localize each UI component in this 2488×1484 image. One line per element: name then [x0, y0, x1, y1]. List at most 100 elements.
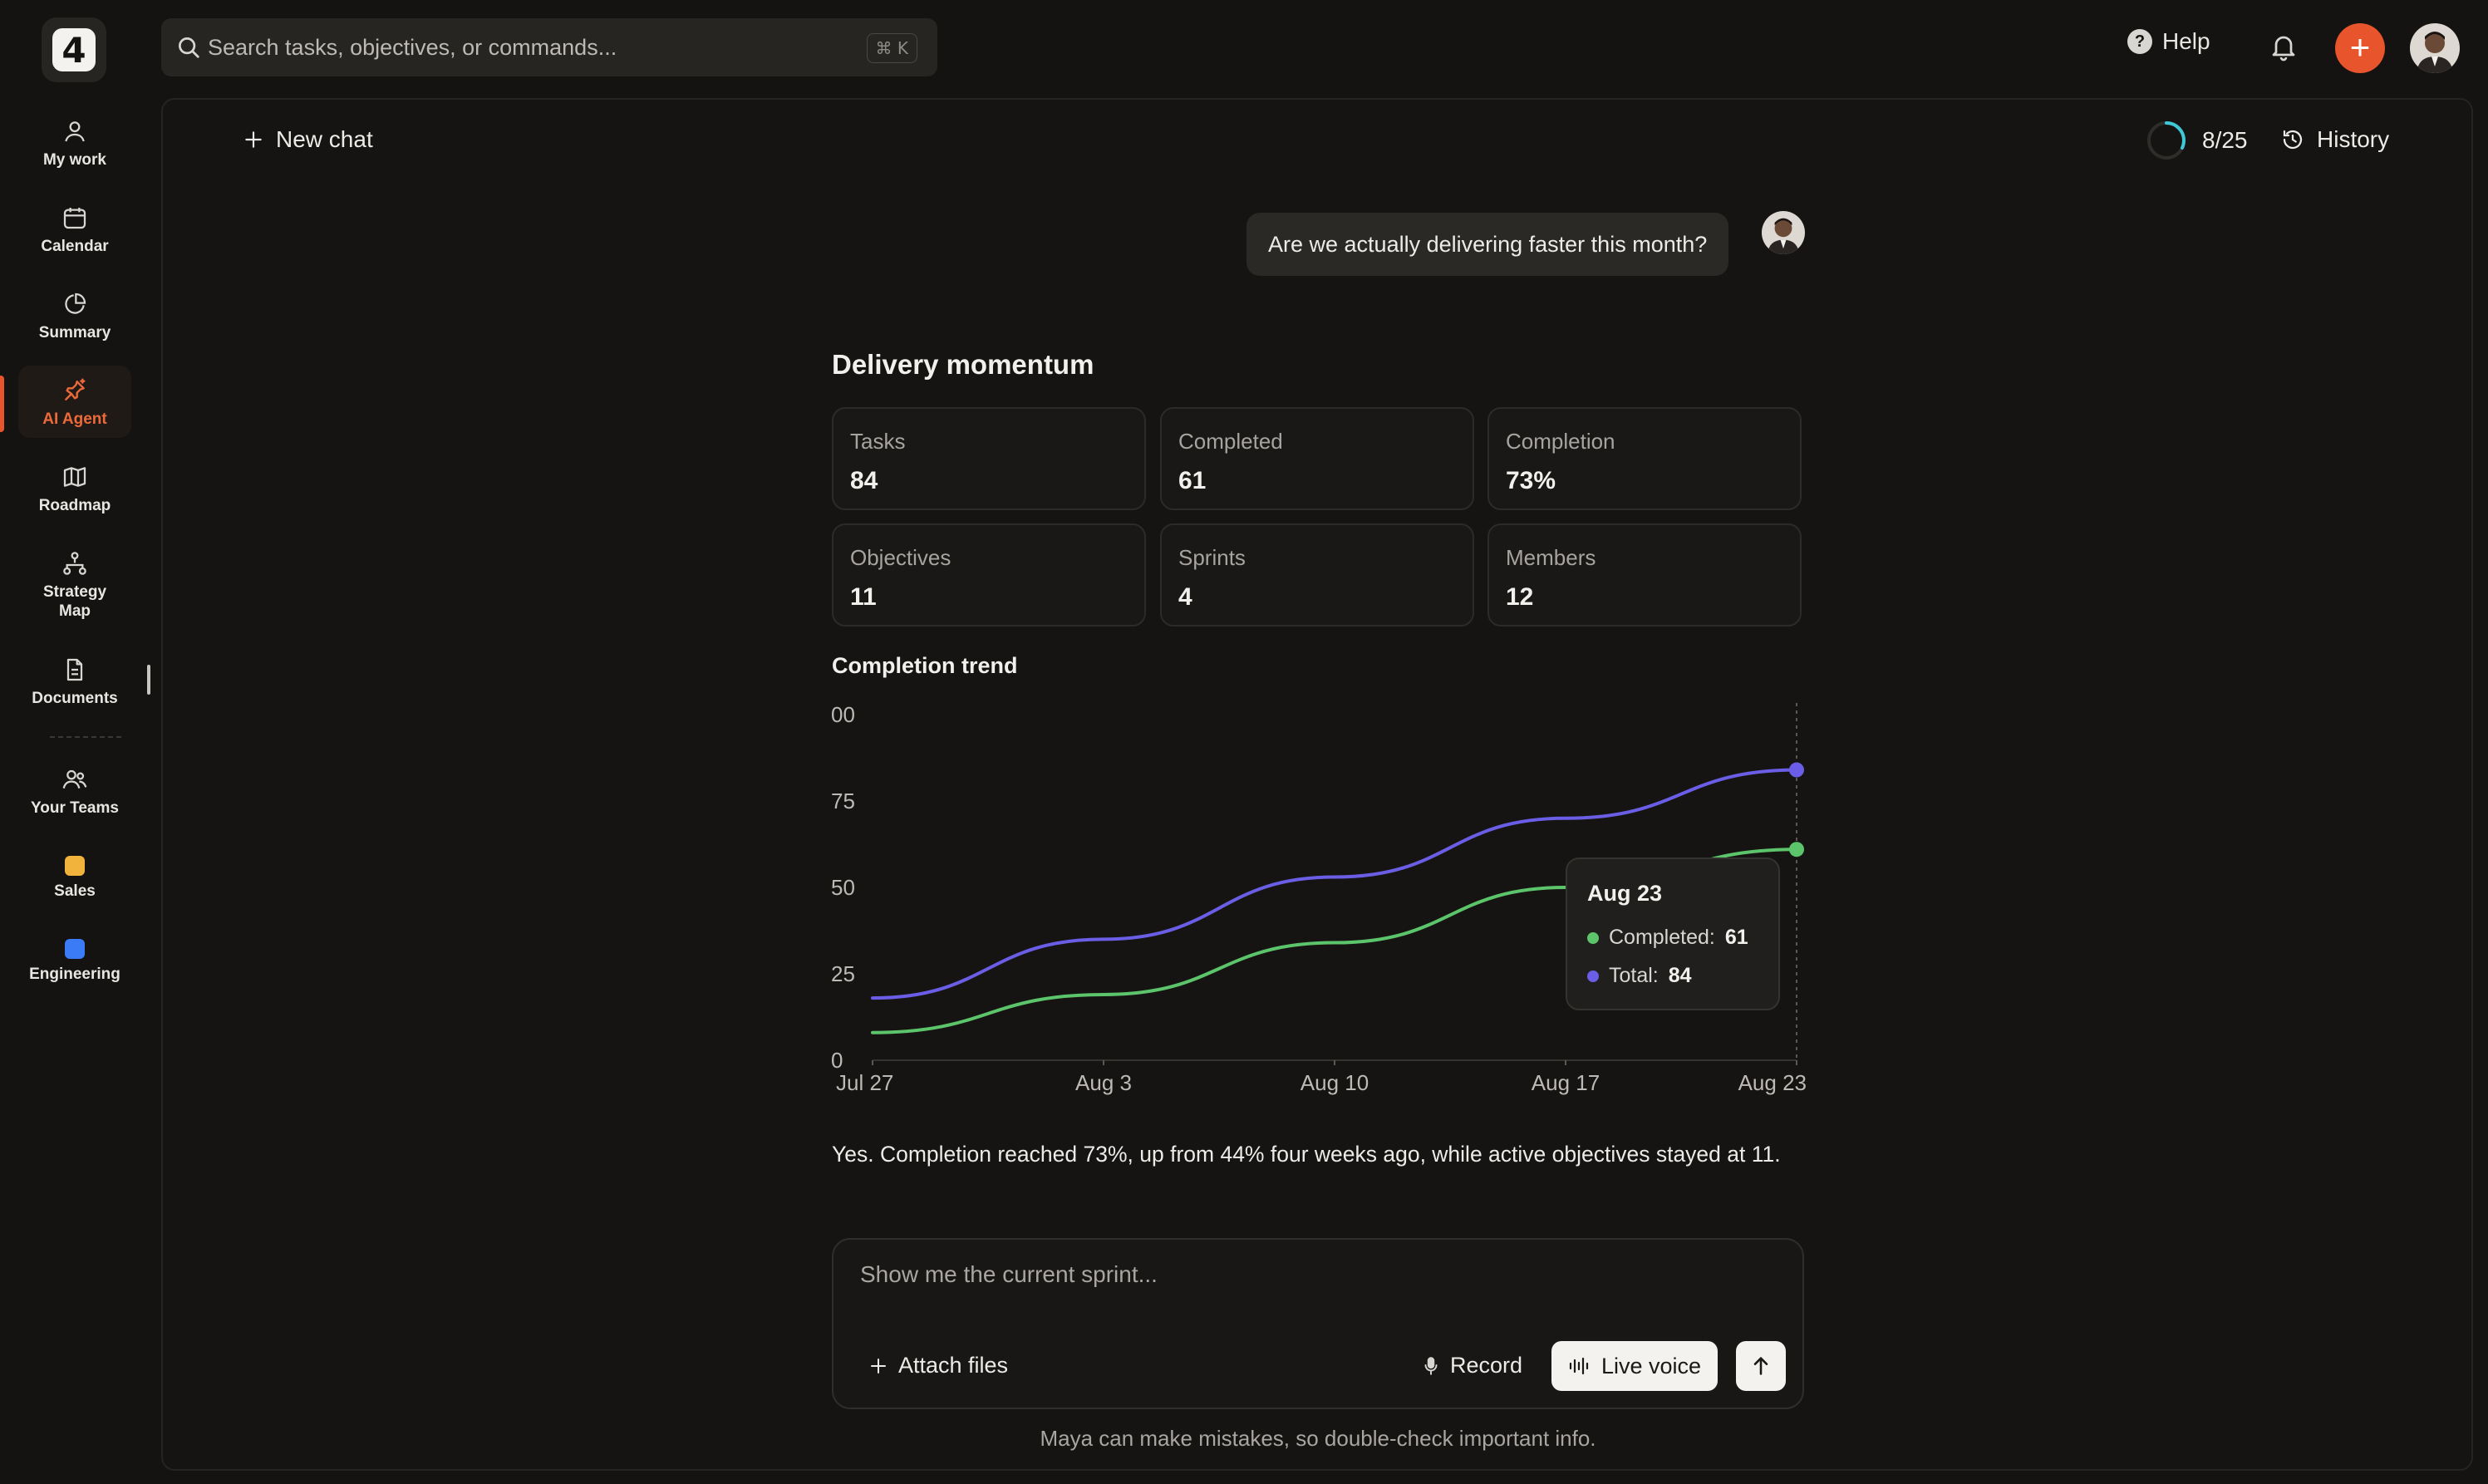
help-icon: ? — [2127, 29, 2152, 54]
microphone-icon — [1424, 1356, 1438, 1375]
chart-tooltip: Aug 23 Completed: 61 Total: 84 — [1566, 857, 1780, 1010]
user-avatar[interactable] — [2410, 23, 2460, 73]
data-point-completed — [1789, 842, 1804, 857]
stat-label: Tasks — [850, 429, 906, 454]
sidebar-item-strategy-map[interactable]: Strategy Map — [18, 550, 131, 622]
send-button[interactable] — [1736, 1341, 1786, 1391]
sidebar-item-roadmap[interactable]: Roadmap — [18, 464, 131, 516]
help-button[interactable]: ? Help — [2127, 28, 2210, 55]
stat-value: 4 — [1178, 583, 1192, 611]
attach-label: Attach files — [898, 1353, 1009, 1378]
document-icon — [66, 658, 83, 681]
attach-files-button[interactable]: Attach files — [868, 1353, 1008, 1378]
stat-card-sprints: Sprints 4 — [1160, 523, 1474, 627]
tooltip-value: 61 — [1724, 926, 1748, 949]
stat-label: Completion — [1506, 429, 1615, 454]
team-icon — [62, 769, 87, 789]
tooltip-value: 84 — [1668, 964, 1692, 987]
history-label: History — [2317, 126, 2390, 152]
app-logo[interactable]: 4 — [42, 17, 106, 82]
stat-card-completed: Completed 61 — [1160, 407, 1474, 510]
stat-value: 61 — [1178, 467, 1207, 494]
create-button[interactable]: + — [2335, 23, 2385, 73]
data-point-total — [1789, 762, 1804, 778]
record-label: Record — [1450, 1353, 1523, 1378]
stat-label: Members — [1506, 545, 1596, 570]
y-tick-label: 0 — [831, 1048, 843, 1073]
stat-card-tasks: Tasks 84 — [832, 407, 1146, 510]
legend-dot — [1587, 931, 1599, 944]
stat-value: 12 — [1506, 583, 1534, 611]
x-tick-label: Aug 3 — [1075, 1070, 1132, 1095]
sidebar-item-documents[interactable]: Documents — [18, 656, 131, 709]
pie-chart-icon — [65, 292, 86, 314]
help-label: Help — [2162, 28, 2210, 54]
search-icon — [179, 37, 199, 58]
stat-label: Sprints — [1178, 545, 1246, 570]
stat-value: 84 — [850, 467, 878, 494]
stat-card-completion: Completion 73% — [1487, 407, 1802, 510]
y-tick-label: 00 — [831, 702, 855, 727]
message-input[interactable] — [860, 1261, 1758, 1311]
sidebar-item-label: AI Agent — [42, 410, 107, 428]
section-title: Delivery momentum — [832, 349, 1094, 380]
plus-icon — [245, 131, 262, 148]
team-color-swatch — [65, 856, 85, 876]
x-tick-label: Jul 27 — [836, 1070, 893, 1095]
stat-card-members: Members 12 — [1487, 523, 1802, 627]
new-chat-button[interactable]: New chat — [243, 126, 373, 153]
stat-value: 73% — [1506, 467, 1556, 494]
sidebar-item-your-teams[interactable]: Your Teams — [18, 766, 131, 818]
sidebar-item-label: Strategy Map — [42, 583, 107, 620]
history-icon — [2283, 130, 2303, 150]
sidebar-item-calendar[interactable]: Calendar — [18, 204, 131, 257]
arrow-up-icon — [1753, 1357, 1768, 1375]
user-message-bubble: Are we actually delivering faster this m… — [1246, 213, 1729, 276]
stat-label: Completed — [1178, 429, 1283, 454]
sidebar-resize-handle[interactable] — [147, 665, 150, 695]
sidebar-item-label: Roadmap — [38, 497, 111, 514]
sidebar-divider — [50, 736, 121, 738]
sidebar-item-ai-agent[interactable]: AI Agent — [18, 366, 131, 438]
avatar-portrait — [2410, 23, 2460, 73]
message-composer: Attach files Record Live voice — [832, 1238, 1804, 1409]
map-icon — [63, 467, 86, 487]
sidebar-item-my-work[interactable]: My work — [18, 118, 131, 170]
sidebar-item-label: Documents — [32, 690, 118, 707]
record-button[interactable]: Record — [1420, 1353, 1522, 1378]
logo-text: 4 — [61, 29, 86, 71]
stat-label: Objectives — [850, 545, 951, 570]
usage-counter: 8/25 — [2146, 120, 2248, 161]
live-voice-label: Live voice — [1601, 1353, 1702, 1378]
active-indicator — [0, 376, 4, 432]
x-tick-label: Aug 23 — [1738, 1070, 1807, 1095]
x-tick-label: Aug 17 — [1532, 1070, 1600, 1095]
new-chat-label: New chat — [276, 126, 373, 152]
team-color-swatch — [65, 939, 85, 959]
team-sales[interactable]: Sales — [18, 856, 131, 902]
y-tick-label: 75 — [831, 789, 855, 813]
message-avatar — [1762, 211, 1805, 254]
plus-icon — [871, 1358, 886, 1373]
person-icon — [65, 121, 85, 142]
sidebar-item-label: Calendar — [41, 238, 109, 255]
team-label: Sales — [54, 882, 96, 900]
team-label: Engineering — [29, 966, 120, 983]
search-bar[interactable]: ⌘ K — [161, 18, 937, 76]
tooltip-row-completed: Completed: 61 — [1587, 926, 1748, 950]
search-input[interactable] — [208, 18, 839, 76]
tooltip-label: Total: — [1609, 964, 1659, 987]
live-voice-button[interactable]: Live voice — [1551, 1341, 1718, 1391]
shortcut-hint: ⌘ K — [866, 33, 917, 63]
usage-ring-icon — [2147, 121, 2186, 160]
history-button[interactable]: History — [2280, 126, 2389, 153]
waveform-icon — [1569, 1357, 1589, 1375]
calendar-icon — [63, 208, 86, 229]
sidebar-item-label: Summary — [38, 324, 111, 342]
sidebar-item-summary[interactable]: Summary — [18, 291, 131, 343]
team-engineering[interactable]: Engineering — [18, 939, 131, 985]
stat-value: 11 — [850, 583, 877, 611]
y-tick-label: 25 — [831, 961, 855, 986]
logo-mark: 4 — [52, 28, 96, 71]
notification-bell-icon[interactable] — [2269, 32, 2299, 63]
